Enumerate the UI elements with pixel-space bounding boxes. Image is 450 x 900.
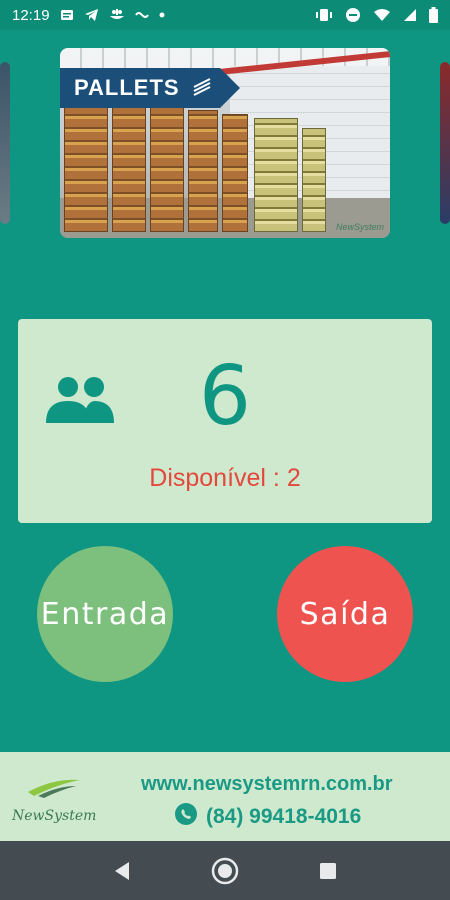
recents-icon[interactable] [308,851,348,891]
entrada-button[interactable]: Entrada [37,546,173,682]
message-icon [60,8,74,22]
website-link[interactable]: www.newsystemrn.com.br [141,773,393,796]
phone-number: (84) 99418-4016 [206,805,362,828]
navigation-bar [0,841,450,900]
newsystem-logo: NewSystem [12,774,96,824]
telegram-icon [84,8,99,22]
carousel-main-card[interactable]: PALLETS NewSystem [60,48,390,238]
pallet-stack [150,106,184,232]
pallet-stack [188,110,218,232]
pallets-banner: PALLETS [60,68,240,108]
saida-button[interactable]: Saída [277,546,413,682]
dot-icon [159,12,165,18]
carousel-next-card[interactable] [440,62,450,224]
footer: NewSystem www.newsystemrn.com.br (84) 99… [0,752,450,841]
pallet-stack [64,104,108,232]
wave-icon [134,10,149,20]
image-carousel[interactable]: PALLETS NewSystem [0,48,450,238]
banner-text: PALLETS [74,75,180,100]
pallet-stack [222,114,248,232]
occupancy-count: 6 [198,349,252,444]
home-icon[interactable] [205,851,245,891]
battery-icon [429,7,438,23]
pallet-stack [302,128,326,232]
dnd-icon [345,7,361,23]
carousel-prev-card[interactable] [0,62,10,224]
pallet-stack [254,118,298,232]
signal-icon [403,8,417,22]
app-icon [109,8,125,22]
logo-text: NewSystem [12,808,97,824]
phone-link[interactable]: (84) 99418-4016 [174,802,361,832]
wifi-icon [373,8,391,22]
pallet-stack [112,104,146,232]
back-icon[interactable] [102,851,142,891]
pallet-icon [192,77,212,103]
counter-panel: 6 Disponível : 2 [18,319,432,523]
whatsapp-icon [174,802,198,832]
available-text: Disponível : 2 [149,464,301,492]
card-logo: NewSystem [335,222,384,232]
status-time: 12:19 [12,6,50,24]
status-bar: 12:19 [0,0,450,30]
vibrate-icon [315,8,333,22]
